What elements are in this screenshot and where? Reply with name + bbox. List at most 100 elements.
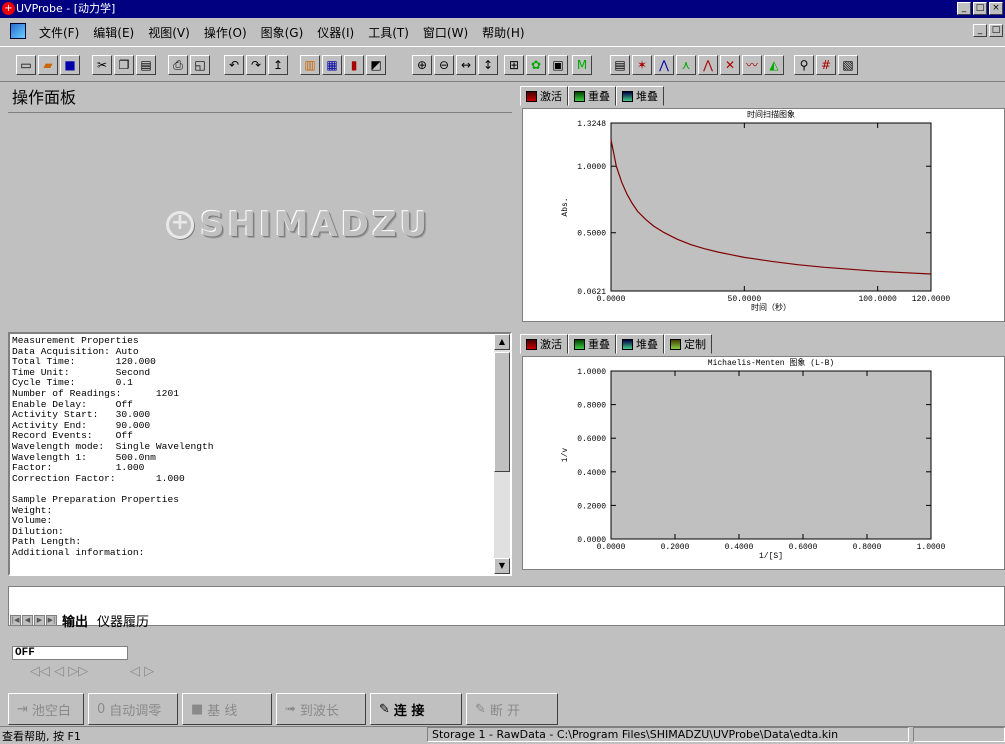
properties-icon[interactable]: ▣: [548, 55, 568, 75]
scroll-thumb[interactable]: [494, 352, 510, 472]
overlay-trace-icon[interactable]: ◭: [764, 55, 784, 75]
auto-zero-icon: 0: [97, 701, 106, 717]
overlay-graph-icon: [574, 338, 585, 350]
tab-active[interactable]: 激活: [520, 86, 568, 106]
print-icon[interactable]: ⎙: [168, 55, 188, 75]
menu-view[interactable]: 视图(V): [141, 24, 197, 41]
wavelength-nav-left-icon[interactable]: ◁◁ ◁ ▷▷: [30, 664, 88, 679]
line-cross-icon[interactable]: ✕: [720, 55, 740, 75]
maximize-button[interactable]: □: [973, 2, 987, 15]
status-indicator: OFF: [12, 646, 128, 660]
cell-blank-button[interactable]: ⇥ 池空白: [8, 693, 84, 725]
undo-icon[interactable]: ↶: [224, 55, 244, 75]
zoom-in-icon[interactable]: ⊕: [412, 55, 432, 75]
menu-tools[interactable]: 工具(T): [361, 24, 416, 41]
step-icon[interactable]: ↥: [268, 55, 288, 75]
redo-icon[interactable]: ↷: [246, 55, 266, 75]
tab-overlay[interactable]: 重叠: [568, 86, 616, 106]
find-icon[interactable]: ⚲: [794, 55, 814, 75]
menu-edit[interactable]: 编辑(E): [86, 24, 141, 41]
settings-icon[interactable]: ✿: [526, 55, 546, 75]
copy-icon[interactable]: ❐: [114, 55, 134, 75]
menu-instrument[interactable]: 仪器(I): [310, 24, 361, 41]
derivative-icon[interactable]: ✶: [632, 55, 652, 75]
shimadzu-logo: SHIMADZU: [166, 205, 430, 245]
instrument-icon[interactable]: ▦: [322, 55, 342, 75]
operation-panel-title: 操作面板: [12, 88, 77, 107]
property-line: Volume:: [12, 515, 53, 527]
sample-icon[interactable]: ▮: [344, 55, 364, 75]
x-tick-label: 0.6000: [789, 543, 818, 552]
zoom-y-icon[interactable]: ↕: [478, 55, 498, 75]
wavelength-nav-right-icon[interactable]: ◁ ▷: [130, 664, 154, 679]
new-file-icon[interactable]: ▭: [16, 55, 36, 75]
peak-pick-icon[interactable]: ⋀: [654, 55, 674, 75]
x-tick-label: 0.0000: [597, 295, 626, 304]
goto-wavelength-button[interactable]: ➟ 到波长: [276, 693, 366, 725]
grid-toggle-icon[interactable]: #: [816, 55, 836, 75]
menu-window[interactable]: 窗口(W): [416, 24, 475, 41]
next-tab-icon[interactable]: ▶: [34, 615, 45, 626]
connect-icon: ✎: [379, 701, 390, 717]
paste-icon[interactable]: ▤: [136, 55, 156, 75]
auto-zero-button[interactable]: 0 自动调零: [88, 693, 178, 725]
doc-minimize-button[interactable]: _: [973, 24, 987, 37]
menu-help[interactable]: 帮助(H): [475, 24, 531, 41]
tab-active-2[interactable]: 激活: [520, 334, 568, 354]
tab-overlay-2[interactable]: 重叠: [568, 334, 616, 354]
title-bar: + UVProbe - [动力学] _ □ ×: [0, 0, 1005, 18]
custom-graph-icon: [670, 338, 681, 350]
plot-area: [610, 122, 932, 292]
close-button[interactable]: ×: [989, 2, 1003, 15]
zoom-out-icon[interactable]: ⊖: [434, 55, 454, 75]
time-scan-chart[interactable]: 时间扫描图象 1.3248 1.0000 0.5000 0.0621 0.0000 50.0…: [522, 108, 1005, 322]
print-preview-icon[interactable]: ◱: [190, 55, 210, 75]
y-tick-label: 1.3248: [577, 120, 606, 129]
connect-button[interactable]: ✎ 连 接: [370, 693, 462, 725]
disconnect-button[interactable]: ✎ 断 开: [466, 693, 558, 725]
property-line: Correction Factor: 1.000: [12, 472, 185, 484]
last-tab-icon[interactable]: ▶|: [46, 615, 57, 626]
tab-custom[interactable]: 定制: [664, 334, 712, 354]
y-axis-label: Abs.: [561, 197, 570, 216]
grid-icon[interactable]: ⊞: [504, 55, 524, 75]
status-storage-text: Storage 1 - RawData - C:\Program Files\S…: [427, 727, 909, 742]
report-icon[interactable]: ◩: [366, 55, 386, 75]
graph-props-icon[interactable]: ▧: [838, 55, 858, 75]
open-folder-icon[interactable]: ▰: [38, 55, 58, 75]
x-axis-label: 1/[S]: [759, 552, 783, 561]
michaelis-menten-chart[interactable]: Michaelis-Menten 图象 (L-B) 1.0000 0.8000 0.6…: [522, 356, 1005, 570]
menu-file[interactable]: 文件(F): [32, 24, 86, 41]
line-red-icon[interactable]: ⋀: [698, 55, 718, 75]
menu-operation[interactable]: 操作(O): [197, 24, 254, 41]
table-icon[interactable]: ▤: [610, 55, 630, 75]
cut-icon[interactable]: ✂: [92, 55, 112, 75]
tab-stack-2[interactable]: 堆叠: [616, 334, 664, 354]
tab-instrument-history[interactable]: 仪器履历: [93, 611, 153, 630]
property-line: Sample Preparation Properties: [12, 493, 179, 505]
properties-scrollbar[interactable]: ▲ ▼: [494, 334, 510, 574]
active-graph-icon: [526, 338, 537, 350]
scroll-down-icon[interactable]: ▼: [494, 558, 510, 574]
method-icon[interactable]: ▥: [300, 55, 320, 75]
operation-panel: SHIMADZU: [8, 112, 512, 326]
property-line: Measurement Properties: [12, 335, 139, 346]
tab-output[interactable]: 输出: [58, 611, 92, 630]
prev-tab-icon[interactable]: ◀: [22, 615, 33, 626]
document-icon[interactable]: [10, 23, 26, 39]
save-icon[interactable]: ■: [60, 55, 80, 75]
area-calc-icon[interactable]: ⋏: [676, 55, 696, 75]
minimize-button[interactable]: _: [957, 2, 971, 15]
first-tab-icon[interactable]: |◀: [10, 615, 21, 626]
baseline-button[interactable]: ■ 基 线: [182, 693, 272, 725]
trace-icon[interactable]: 〰: [742, 55, 762, 75]
scroll-up-icon[interactable]: ▲: [494, 334, 510, 350]
doc-restore-button[interactable]: □: [989, 24, 1003, 37]
menu-graph[interactable]: 图象(G): [254, 24, 311, 41]
instrument-button-bar: ⇥ 池空白 0 自动调零 ■ 基 线 ➟ 到波长 ✎ 连 接 ✎ 断 开: [8, 693, 558, 725]
property-line: Dilution:: [12, 525, 64, 537]
kinetics-icon[interactable]: M: [572, 55, 592, 75]
zoom-x-icon[interactable]: ↔: [456, 55, 476, 75]
shimadzu-app-icon[interactable]: +: [2, 2, 15, 15]
tab-stack[interactable]: 堆叠: [616, 86, 664, 106]
